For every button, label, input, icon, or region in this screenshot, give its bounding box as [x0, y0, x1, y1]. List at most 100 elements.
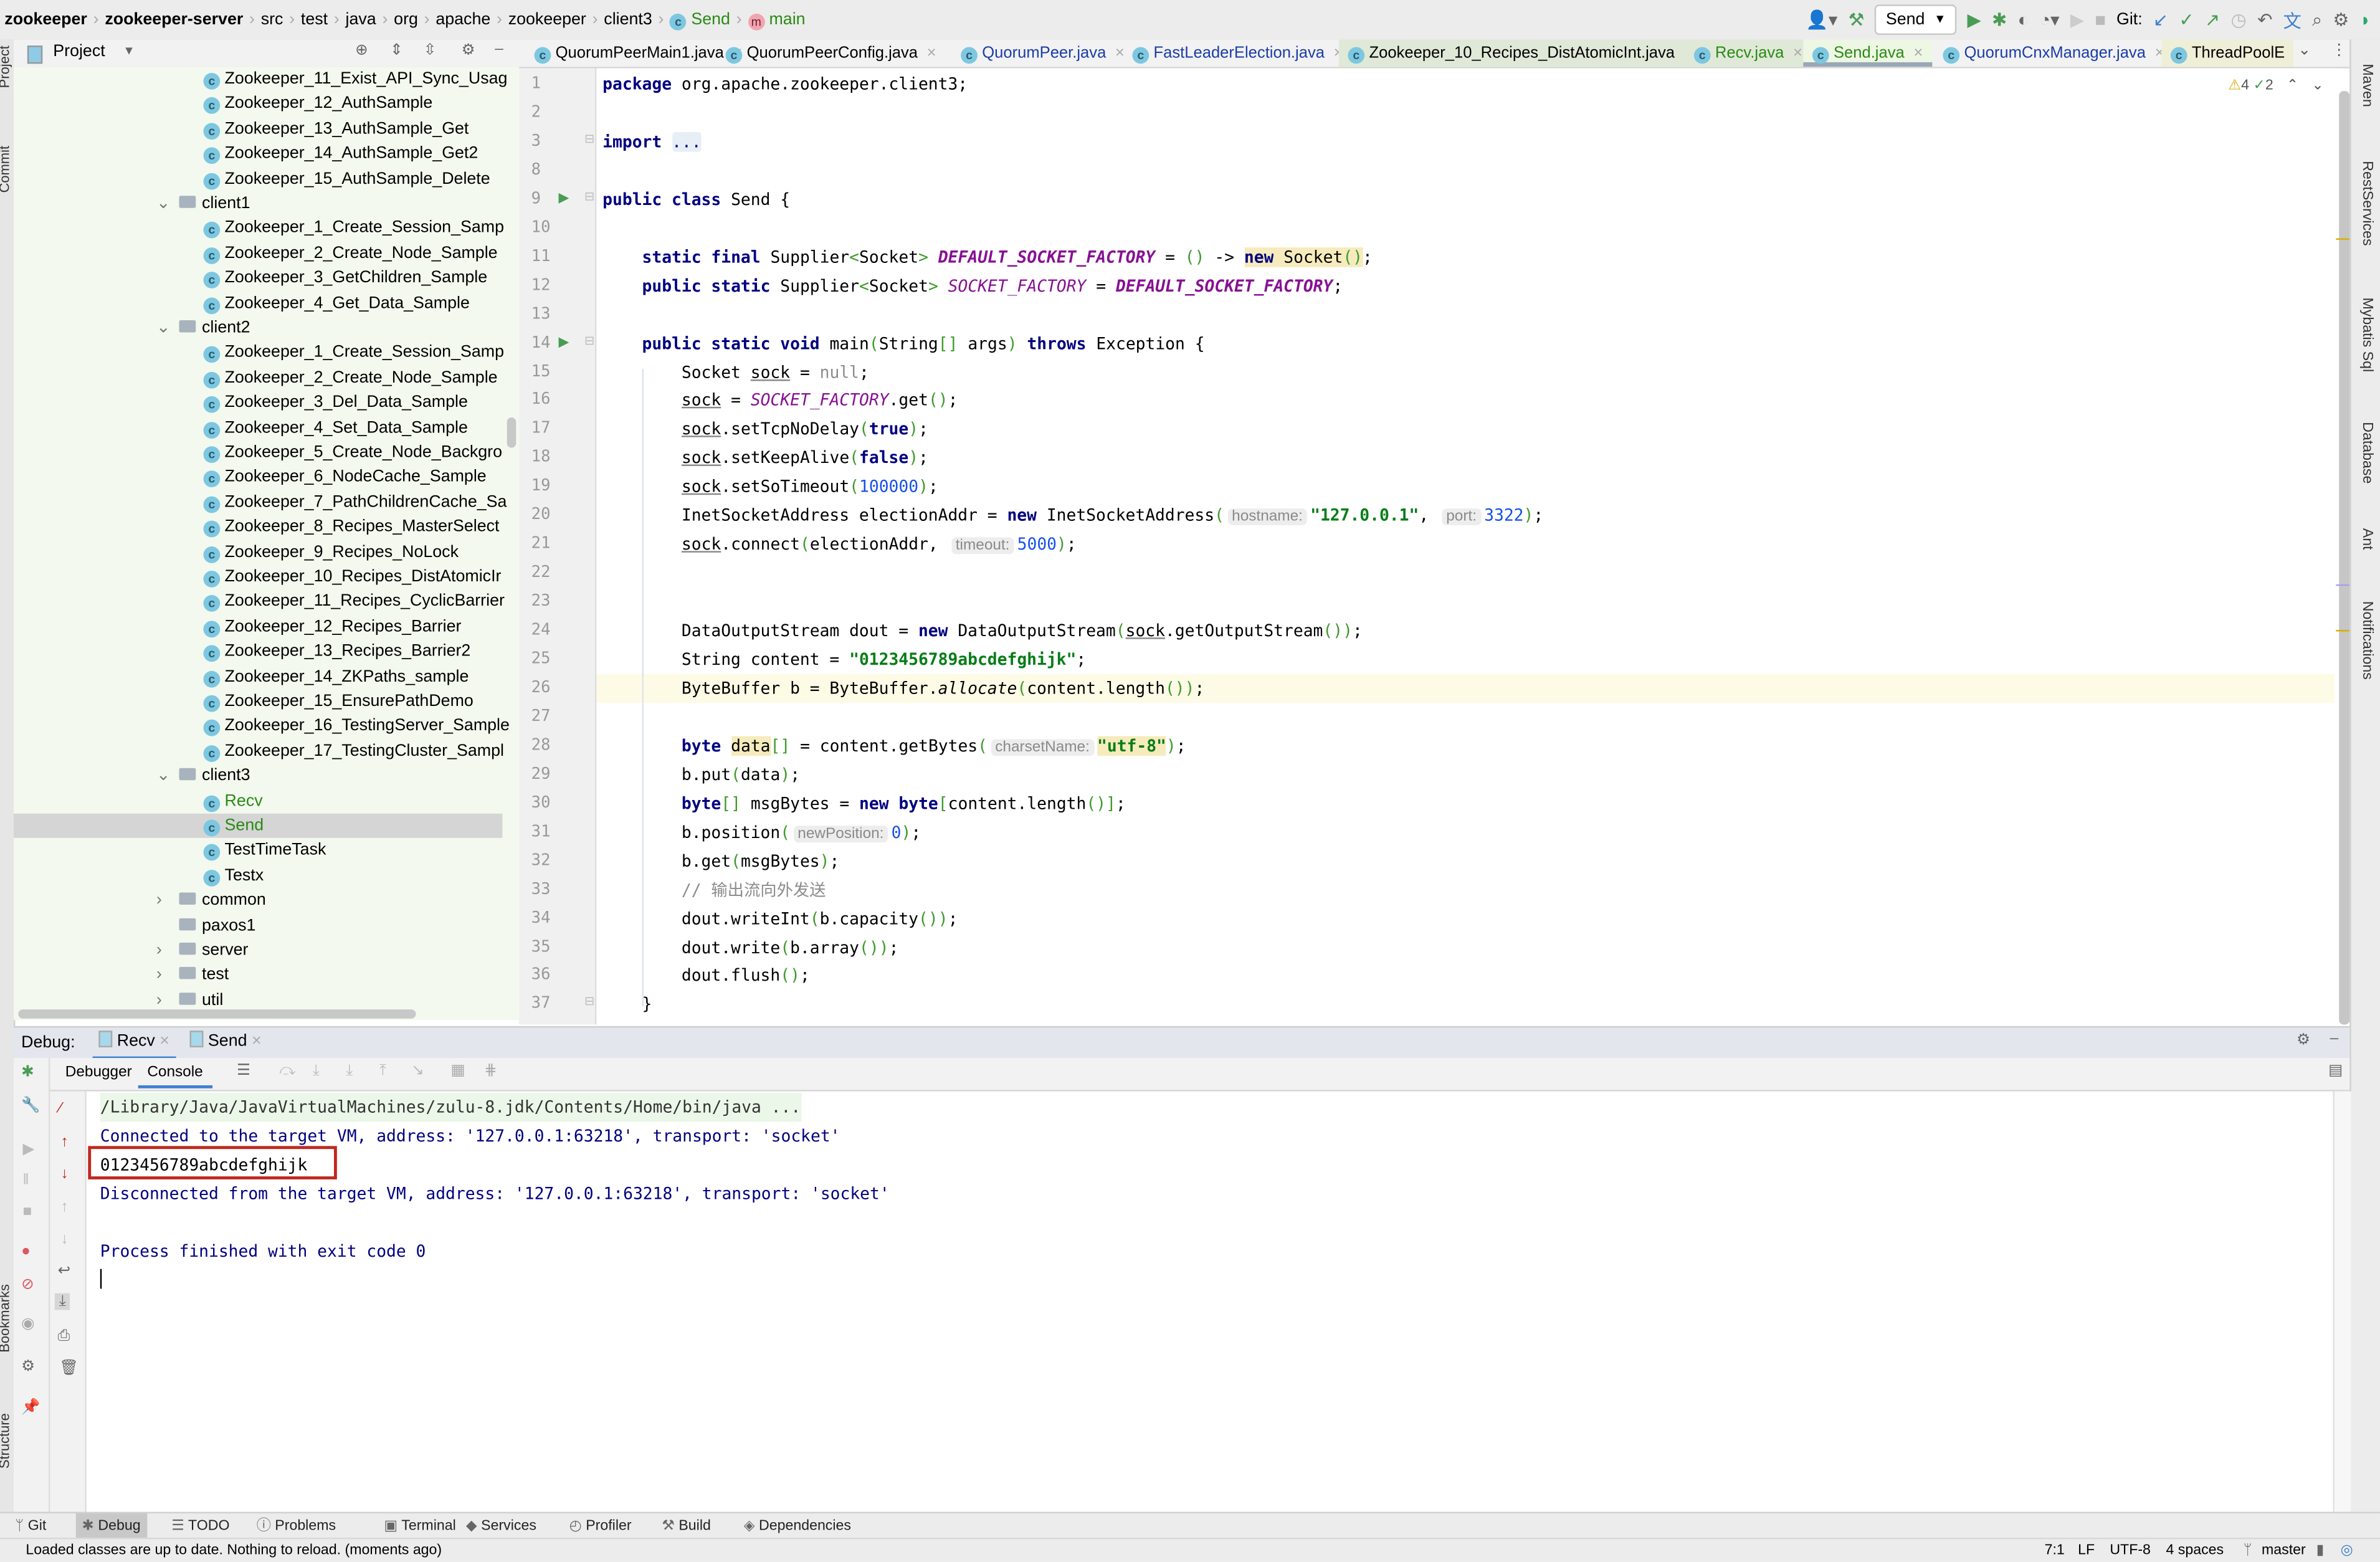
tree-item[interactable]: c Zookeeper_12_AuthSample [14, 92, 502, 116]
tree-item[interactable]: c Zookeeper_10_Recipes_DistAtomicIr [14, 564, 502, 589]
tree-item[interactable]: c Zookeeper_6_NodeCache_Sample [14, 465, 502, 489]
run-gutter-icon[interactable]: ▶ [559, 189, 569, 206]
git-commit-icon[interactable]: ✓ [2179, 9, 2194, 31]
tool-window-button-services[interactable]: ◆ Services [460, 1513, 543, 1539]
force-step-into-icon[interactable]: ⤓ [346, 1062, 353, 1079]
file-encoding[interactable]: UTF-8 [2110, 1539, 2151, 1562]
assistant-icon[interactable]: ◎ [2341, 1539, 2353, 1562]
tool-window-restservices[interactable]: RestServices [2359, 161, 2376, 245]
breadcrumb-item[interactable]: java [346, 0, 376, 39]
soft-wrap-icon[interactable]: ↩ [58, 1263, 70, 1280]
up-arrow-icon[interactable]: ↑ [60, 1134, 68, 1151]
tool-window-bookmarks[interactable]: Bookmarks [0, 1284, 12, 1353]
tree-item[interactable]: c Zookeeper_1_Create_Session_Samp [14, 216, 504, 240]
line-separator[interactable]: LF [2078, 1539, 2095, 1562]
fold-marker-icon[interactable]: ⊟ [584, 333, 594, 347]
caret-position[interactable]: 7:1 [2045, 1539, 2065, 1562]
resume-icon[interactable]: ▶ [23, 1141, 35, 1158]
previous-highlight-icon[interactable]: ⌃ [2287, 77, 2298, 94]
stop-icon[interactable]: ■ [2095, 9, 2106, 31]
debug-icon[interactable]: ✱ [1992, 9, 2007, 31]
git-update-icon[interactable]: ↙ [2153, 9, 2169, 31]
coverage-icon[interactable]: ◐ [2018, 9, 2029, 31]
project-view-select[interactable]: Project [53, 42, 105, 60]
gear-icon[interactable]: ⚙ [462, 42, 475, 59]
chevron-right-icon[interactable]: › [156, 963, 162, 988]
locate-icon[interactable]: ⊕ [355, 42, 368, 59]
status-message[interactable]: Loaded classes are up to date. Nothing t… [26, 1539, 442, 1562]
tree-item[interactable]: c Zookeeper_11_Recipes_CyclicBarrier [14, 589, 505, 614]
tree-item[interactable]: › common [14, 888, 502, 913]
tree-item[interactable]: c Zookeeper_1_Create_Session_Samp [14, 341, 504, 365]
run-to-cursor-icon[interactable]: ↘ [411, 1062, 424, 1079]
tool-window-project[interactable]: Project [0, 45, 12, 88]
breadcrumb-item[interactable]: zookeeper [508, 0, 586, 39]
step-into-icon[interactable]: ⤓ [313, 1062, 320, 1079]
step-over-icon[interactable]: ⤼ [279, 1062, 295, 1079]
trace-icon[interactable]: ⋕ [484, 1062, 497, 1079]
editor-vertical-scrollbar[interactable] [2339, 91, 2350, 1025]
menu-icon[interactable]: ☰ [237, 1062, 250, 1079]
code-editor[interactable]: package org.apache.zookeeper.client3; imp… [596, 68, 2335, 1025]
tool-window-button-build[interactable]: ⚒ Build [655, 1513, 716, 1539]
debug-session-tab-recv[interactable]: Recv × [92, 1027, 176, 1060]
hide-icon[interactable]: – [495, 41, 503, 58]
fold-marker-icon[interactable]: ⊟ [584, 995, 594, 1009]
editor-tab[interactable]: c QuorumCnxManager.java × [1934, 39, 2173, 67]
tool-window-button-dependencies[interactable]: ◈ Dependencies [738, 1513, 857, 1539]
close-icon[interactable]: × [1793, 44, 1802, 62]
stop-icon[interactable]: ■ [23, 1204, 32, 1221]
chevron-down-icon[interactable]: ⌄ [156, 316, 170, 340]
tree-item[interactable]: c Zookeeper_3_GetChildren_Sample [14, 266, 502, 290]
trash-icon[interactable]: 🗑 [59, 1360, 79, 1377]
tool-window-database[interactable]: Database [2359, 422, 2376, 483]
rollback-icon[interactable]: ↶ [2257, 9, 2273, 31]
hide-icon[interactable]: – [2330, 1031, 2339, 1047]
tool-window-commit[interactable]: Commit [0, 146, 12, 193]
tool-window-ant[interactable]: Ant [2359, 528, 2376, 550]
gear-icon[interactable]: ⚙ [2297, 1032, 2310, 1049]
down-arrow-icon[interactable]: ↓ [60, 1166, 68, 1183]
tree-item[interactable]: c Zookeeper_14_AuthSample_Get2 [14, 141, 502, 166]
chevron-right-icon[interactable]: › [156, 888, 162, 913]
breadcrumb-item[interactable]: test [301, 0, 328, 39]
tool-window-button-todo[interactable]: ☰ TODO [166, 1513, 236, 1539]
translate-icon[interactable]: 文 [2283, 7, 2301, 32]
lock-icon[interactable]: ▮ [2316, 1539, 2325, 1562]
user-icon[interactable]: 👤▾ [1806, 9, 1837, 31]
view-breakpoints-icon[interactable]: ● [21, 1243, 31, 1260]
tool-window-structure[interactable]: Structure [0, 1413, 12, 1469]
tool-window-button-problems[interactable]: ⓘ Problems [250, 1513, 342, 1539]
close-icon[interactable]: × [159, 1032, 169, 1050]
git-push-icon[interactable]: ↗ [2205, 9, 2221, 31]
chevron-down-icon[interactable]: ⌄ [156, 764, 170, 788]
step-out-icon[interactable]: ⤒ [379, 1062, 386, 1079]
tab-debugger[interactable]: Debugger [65, 1064, 132, 1081]
tree-item[interactable]: › server [14, 938, 502, 963]
resume-icon[interactable]: ▶ [2070, 9, 2084, 31]
editor-tab[interactable]: c Send.java × [1803, 39, 1932, 67]
editor-tab[interactable]: c Zookeeper_10_Recipes_DistAtomicInt.java… [1338, 39, 1703, 67]
tree-item[interactable]: c Send [13, 813, 503, 838]
gear-icon[interactable]: ⚙ [2333, 9, 2349, 31]
mute-breakpoints-icon[interactable]: ⊘ [21, 1277, 34, 1293]
camera-icon[interactable]: ◉ [21, 1316, 34, 1333]
tree-item[interactable]: c Recv [14, 789, 502, 813]
down-trace-icon[interactable]: ↓ [60, 1231, 68, 1248]
tab-console[interactable]: Console [138, 1058, 212, 1088]
scroll-to-end-icon[interactable]: ⤓ [54, 1293, 71, 1310]
print-icon[interactable]: ⎙ [58, 1328, 70, 1345]
tree-item[interactable]: c Zookeeper_4_Set_Data_Sample [14, 416, 502, 440]
more-icon[interactable]: ⋮ [2331, 42, 2346, 59]
chevron-down-icon[interactable]: ⌄ [156, 191, 170, 216]
plugin-logo-icon[interactable]: ◗ [2360, 9, 2371, 31]
close-icon[interactable]: × [252, 1032, 262, 1050]
tree-item[interactable]: c Zookeeper_11_Exist_API_Sync_Usag [14, 67, 507, 91]
close-icon[interactable]: × [1913, 44, 1923, 62]
layout-icon[interactable]: ▤ [2328, 1062, 2343, 1079]
tool-window-button-profiler[interactable]: ◴ Profiler [563, 1513, 637, 1539]
clear-icon[interactable]: ⁄ [59, 1100, 62, 1117]
breadcrumb-item[interactable]: client3 [604, 0, 652, 39]
build-hammer-icon[interactable]: ⚒ [1849, 9, 1865, 31]
tree-item[interactable]: c Zookeeper_7_PathChildrenCache_Sa [14, 490, 507, 514]
